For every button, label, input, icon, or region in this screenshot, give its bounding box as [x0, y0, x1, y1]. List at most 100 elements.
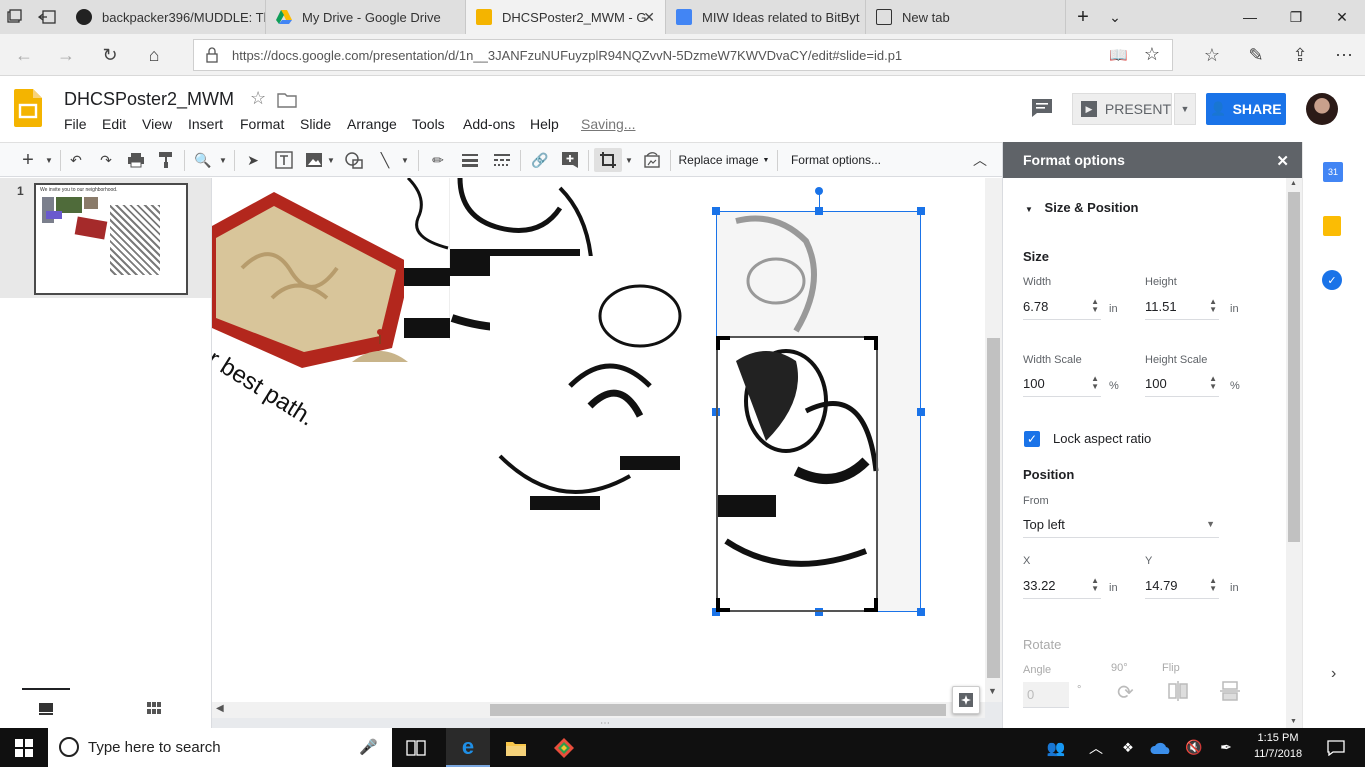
sand-pile-image[interactable]	[352, 328, 408, 364]
width-scale-input[interactable]: 100 ▲ ▼	[1023, 371, 1101, 397]
x-stepper-icon[interactable]: ▲ ▼	[1091, 577, 1099, 593]
panel-scroll-down-arrow[interactable]: ▼	[1290, 718, 1297, 725]
girl-drawing-image[interactable]	[490, 256, 712, 512]
reset-image-icon[interactable]	[640, 148, 664, 172]
present-dropdown-button[interactable]: ▼	[1174, 93, 1196, 125]
size-position-section-toggle[interactable]: ▼ Size & Position	[1025, 200, 1138, 215]
menu-help[interactable]: Help	[530, 116, 559, 132]
width-input[interactable]: 6.78 ▲ ▼	[1023, 294, 1101, 320]
url-field[interactable]: https://docs.google.com/presentation/d/1…	[193, 39, 1173, 71]
crop-handle[interactable]	[864, 336, 878, 350]
browser-tab-github[interactable]: backpacker396/MUDDLE: Th	[66, 0, 266, 34]
account-avatar[interactable]	[1306, 93, 1338, 125]
more-menu-icon[interactable]: ⋯	[1328, 40, 1360, 70]
microphone-icon[interactable]: 🎤	[359, 738, 378, 756]
undo-icon[interactable]: ↶	[64, 148, 88, 172]
insert-link-icon[interactable]: 🔗	[528, 148, 552, 172]
pen-workspace-icon[interactable]: ✒	[1214, 728, 1238, 767]
minimize-button[interactable]: —	[1227, 0, 1273, 34]
flip-vertical-icon[interactable]	[1219, 680, 1241, 705]
horizontal-scrollbar[interactable]: ◀	[212, 702, 985, 718]
insert-image-icon[interactable]	[302, 148, 326, 172]
volume-muted-icon[interactable]: 🔇	[1182, 728, 1206, 767]
menu-file[interactable]: File	[64, 116, 87, 132]
scroll-down-arrow[interactable]: ▼	[988, 686, 997, 696]
rotate-90-icon[interactable]: ⟳	[1117, 680, 1134, 705]
explore-button[interactable]	[952, 686, 980, 714]
lock-aspect-ratio-checkbox[interactable]: ✓	[1024, 431, 1040, 447]
slide[interactable]: ur best path.	[212, 178, 985, 702]
panel-scroll-up-arrow[interactable]: ▲	[1290, 180, 1297, 187]
menu-edit[interactable]: Edit	[102, 116, 126, 132]
resize-handle[interactable]	[712, 207, 720, 215]
vertical-scroll-thumb[interactable]	[987, 338, 1000, 678]
height-scale-stepper-icon[interactable]: ▲ ▼	[1209, 375, 1217, 391]
menu-slide[interactable]: Slide	[300, 116, 331, 132]
browser-tab-slides[interactable]: DHCSPoster2_MWM - G ✕	[466, 0, 666, 34]
calendar-icon[interactable]: 31	[1323, 162, 1343, 182]
add-comment-icon[interactable]	[558, 148, 582, 172]
browser-tab-docs[interactable]: MIW Ideas related to BitByt	[666, 0, 866, 34]
line-icon[interactable]: ╲	[374, 148, 396, 172]
home-button[interactable]: ⌂	[138, 40, 170, 70]
line-dropdown[interactable]: ▼	[398, 148, 412, 172]
app-pinned-icon[interactable]	[542, 728, 586, 767]
keep-icon[interactable]	[1323, 216, 1341, 236]
new-slide-button[interactable]: +	[16, 148, 40, 172]
close-panel-icon[interactable]: ✕	[1276, 152, 1289, 170]
redo-icon[interactable]: ↷	[94, 148, 118, 172]
back-button[interactable]: ←	[8, 40, 40, 70]
star-icon[interactable]: ☆	[250, 88, 266, 109]
windows-start-icon[interactable]	[0, 728, 48, 767]
resize-handle[interactable]	[917, 207, 925, 215]
new-tab-button[interactable]: +	[1068, 0, 1098, 34]
height-input[interactable]: 11.51 ▲ ▼	[1145, 294, 1219, 320]
reading-view-icon[interactable]: 📖	[1109, 46, 1128, 64]
edge-browser-icon[interactable]: e	[446, 728, 490, 767]
resize-handle[interactable]	[815, 207, 823, 215]
border-color-icon[interactable]: ✏	[426, 148, 450, 172]
position-from-select[interactable]: Top left ▼	[1023, 512, 1219, 538]
grid-view-button[interactable]	[130, 688, 178, 728]
menu-view[interactable]: View	[142, 116, 172, 132]
girl-drawing-image[interactable]	[404, 178, 450, 340]
zoom-icon[interactable]: 🔍	[192, 148, 214, 172]
close-tab-icon[interactable]: ✕	[643, 9, 655, 26]
angle-input[interactable]: 0	[1023, 682, 1069, 708]
refresh-button[interactable]: ↻	[94, 40, 126, 70]
width-scale-stepper-icon[interactable]: ▲ ▼	[1091, 375, 1099, 391]
show-hidden-icons-chevron-icon[interactable]: ︿	[1084, 728, 1108, 767]
favorite-star-icon[interactable]: ☆	[1144, 44, 1160, 65]
browser-tab-drive[interactable]: My Drive - Google Drive	[266, 0, 466, 34]
crop-frame[interactable]	[716, 336, 878, 612]
crop-handle[interactable]	[716, 598, 730, 612]
crop-dropdown[interactable]: ▼	[624, 148, 634, 172]
onedrive-icon[interactable]	[1148, 728, 1174, 767]
browser-tab-newtab[interactable]: New tab	[866, 0, 1066, 34]
menu-format[interactable]: Format	[240, 116, 284, 132]
speaker-notes-handle[interactable]: ⋯	[600, 718, 610, 728]
shape-icon[interactable]	[342, 148, 366, 172]
tab-actions-icon[interactable]	[6, 9, 22, 25]
tasks-icon[interactable]: ✓	[1322, 270, 1342, 290]
horizontal-scroll-thumb[interactable]	[490, 704, 946, 716]
y-stepper-icon[interactable]: ▲ ▼	[1209, 577, 1217, 593]
menu-arrange[interactable]: Arrange	[347, 116, 397, 132]
slide-thumbnail[interactable]: We invite you to our neighborhood.	[34, 183, 188, 295]
move-to-folder-icon[interactable]	[277, 90, 297, 111]
menu-addons[interactable]: Add-ons	[463, 116, 515, 132]
google-slides-logo-icon[interactable]	[14, 89, 42, 127]
x-input[interactable]: 33.22 ▲ ▼	[1023, 573, 1101, 599]
present-button[interactable]: ▶ PRESENT	[1072, 93, 1172, 125]
forward-button[interactable]: →	[50, 40, 82, 70]
vertical-scrollbar[interactable]: ▼	[985, 178, 1002, 702]
border-weight-icon[interactable]	[458, 148, 482, 172]
crop-handle[interactable]	[864, 598, 878, 612]
dropbox-icon[interactable]: ❖	[1116, 728, 1140, 767]
new-slide-layout-dropdown[interactable]: ▼	[42, 148, 56, 172]
select-cursor-icon[interactable]: ➤	[242, 148, 264, 172]
document-title[interactable]: DHCSPoster2_MWM	[64, 89, 234, 110]
y-input[interactable]: 14.79 ▲ ▼	[1145, 573, 1219, 599]
zoom-dropdown[interactable]: ▼	[216, 148, 230, 172]
flip-horizontal-icon[interactable]	[1167, 680, 1189, 705]
